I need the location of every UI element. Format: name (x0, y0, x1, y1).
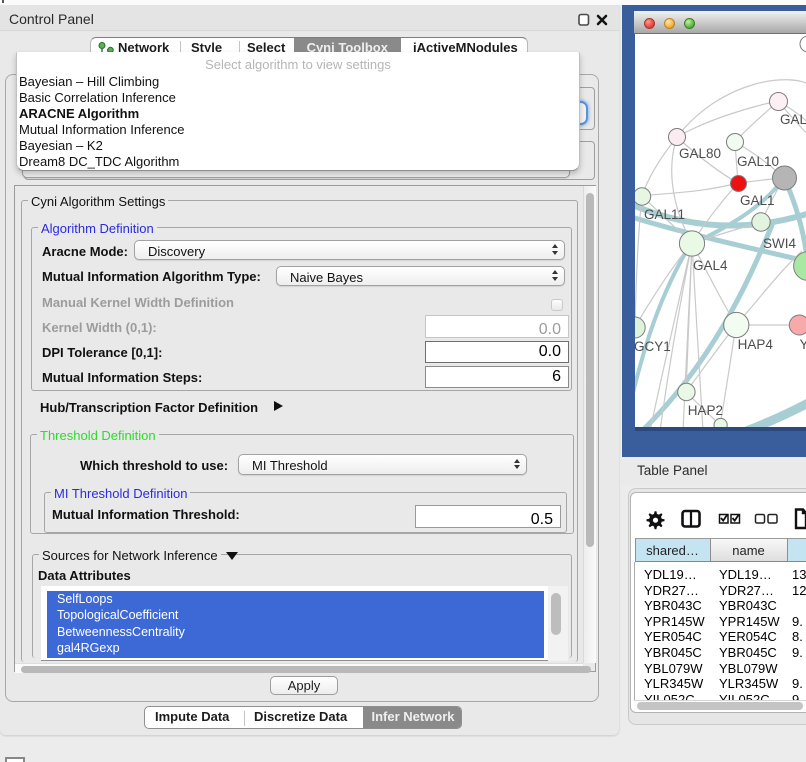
svg-text:GAL80: GAL80 (679, 146, 721, 161)
svg-text:Y: Y (800, 337, 806, 352)
svg-text:HAP2: HAP2 (688, 403, 723, 418)
svg-text:GAL10: GAL10 (737, 154, 779, 169)
svg-text:GCY1: GCY1 (635, 339, 671, 354)
svg-text:HAP4: HAP4 (738, 337, 774, 352)
svg-text:SWI4: SWI4 (763, 236, 796, 251)
svg-text:GAL4: GAL4 (693, 258, 728, 273)
svg-text:GAL11: GAL11 (644, 207, 685, 222)
svg-text:GAL1: GAL1 (740, 193, 775, 208)
svg-text:GAL7: GAL7 (780, 112, 806, 127)
